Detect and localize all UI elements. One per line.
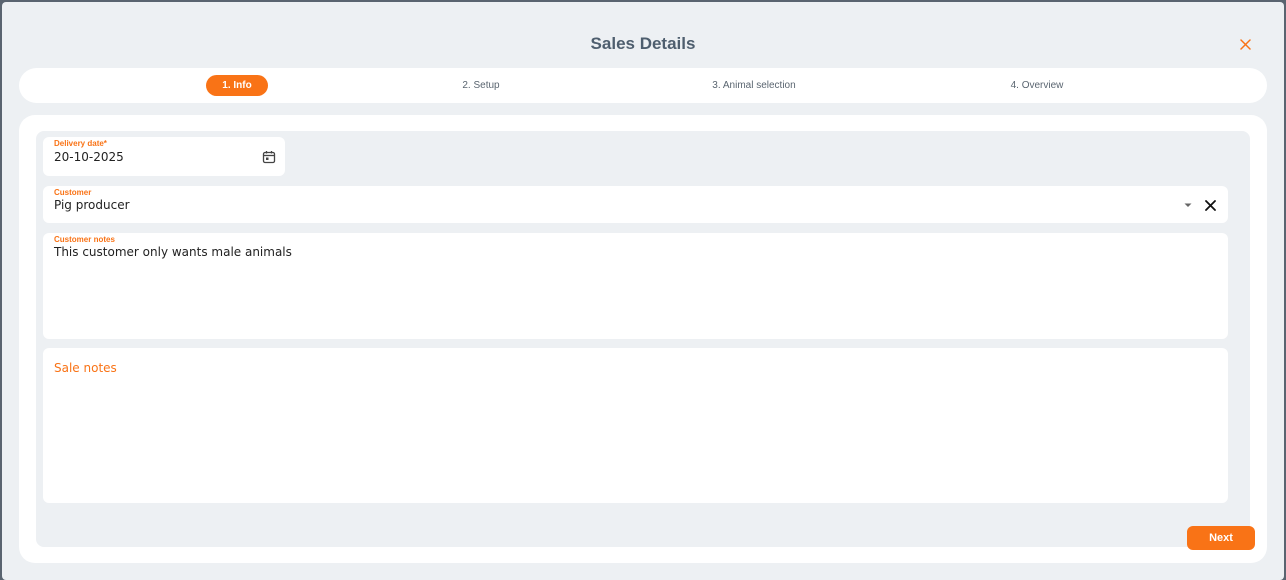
customer-notes-field[interactable]: Customer notes This customer only wants …: [43, 233, 1228, 339]
customer-value[interactable]: Pig producer: [54, 198, 130, 212]
customer-label: Customer: [54, 188, 92, 197]
step-animal-selection[interactable]: 3. Animal selection: [691, 75, 817, 96]
close-icon: [1239, 38, 1251, 50]
customer-select[interactable]: Customer Pig producer: [43, 186, 1228, 223]
customer-notes-value[interactable]: This customer only wants male animals: [54, 245, 292, 259]
form-panel: Delivery date* 20-10-2025 Customer Pig p…: [36, 131, 1255, 550]
next-button[interactable]: Next: [1187, 526, 1255, 550]
form-card: Delivery date* 20-10-2025 Customer Pig p…: [19, 115, 1267, 563]
sale-notes-label: Sale notes: [54, 361, 117, 375]
close-button[interactable]: [1236, 35, 1254, 53]
dialog-title: Sales Details: [590, 34, 696, 53]
stepper: 1. Info 2. Setup 3. Animal selection 4. …: [19, 68, 1267, 103]
step-overview[interactable]: 4. Overview: [995, 75, 1079, 96]
step-setup[interactable]: 2. Setup: [449, 75, 513, 96]
calendar-icon[interactable]: [261, 149, 277, 165]
step-info[interactable]: 1. Info: [206, 75, 268, 96]
sale-notes-field[interactable]: Sale notes: [43, 348, 1228, 503]
delivery-date-value[interactable]: 20-10-2025: [54, 150, 124, 164]
dropdown-arrow-icon[interactable]: [1182, 199, 1194, 211]
delivery-date-field[interactable]: Delivery date* 20-10-2025: [43, 137, 285, 176]
delivery-date-label: Delivery date*: [54, 139, 107, 148]
clear-icon[interactable]: [1203, 198, 1217, 212]
customer-notes-label: Customer notes: [54, 235, 115, 244]
sales-details-dialog: Sales Details 1. Info 2. Setup 3. Animal…: [2, 2, 1284, 580]
